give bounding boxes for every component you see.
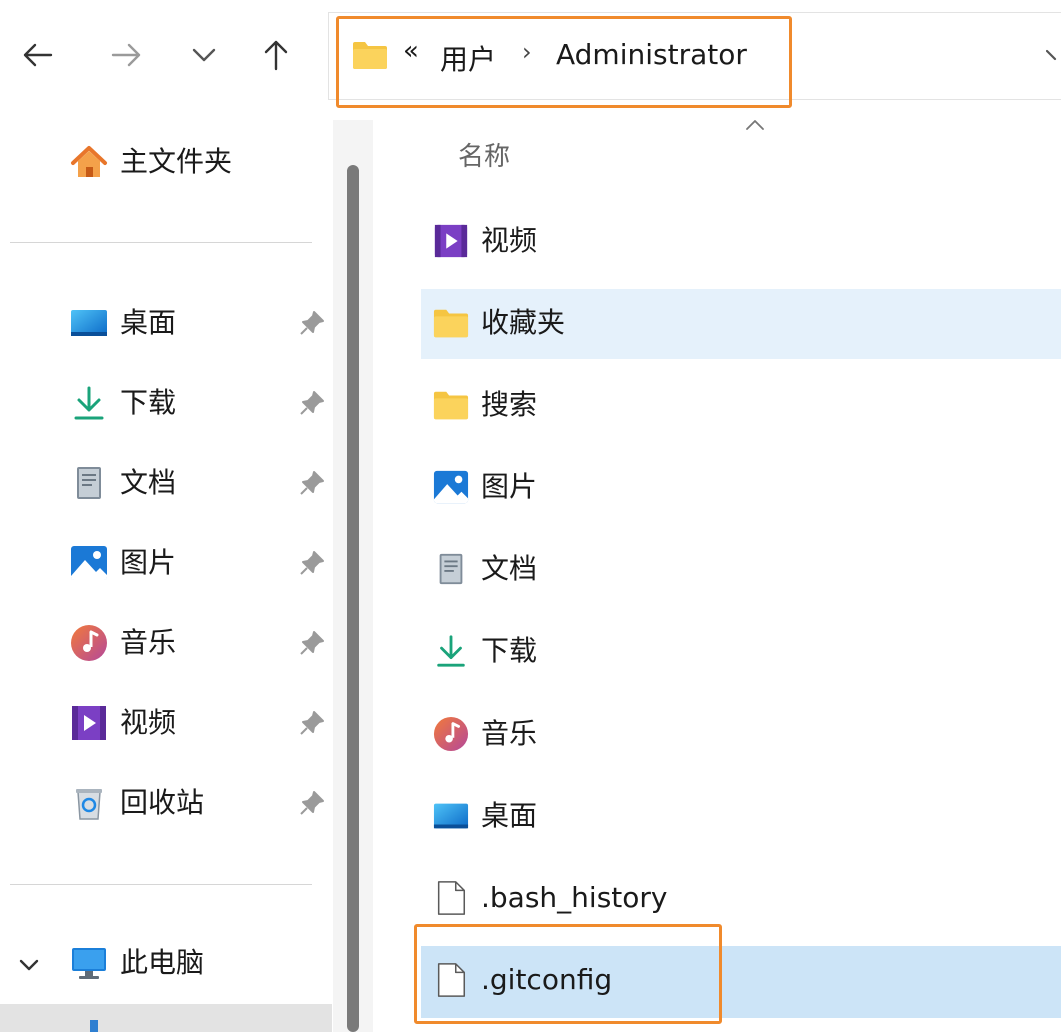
list-item-label: 文档 bbox=[481, 552, 538, 585]
desktop-icon bbox=[71, 310, 107, 336]
gitconfig-highlight-box bbox=[414, 924, 722, 1024]
download-icon bbox=[437, 635, 465, 667]
sidebar-item-recycle-bin[interactable]: 回收站 bbox=[0, 769, 330, 839]
sidebar-divider bbox=[10, 242, 312, 243]
pin-icon[interactable] bbox=[298, 309, 326, 337]
list-item[interactable]: 视频 bbox=[421, 207, 1061, 277]
pictures-icon bbox=[433, 470, 469, 504]
pictures-icon bbox=[71, 546, 107, 580]
sidebar-item-label: 图片 bbox=[120, 546, 177, 579]
sidebar-item-label: 视频 bbox=[120, 706, 177, 739]
list-item[interactable]: 桌面 bbox=[421, 782, 1061, 852]
arrow-left-icon bbox=[23, 43, 53, 67]
sidebar-item-label: 此电脑 bbox=[120, 946, 205, 979]
pin-icon[interactable] bbox=[298, 549, 326, 577]
up-button[interactable] bbox=[254, 32, 298, 78]
address-highlight-box bbox=[336, 16, 792, 108]
list-item-label: 视频 bbox=[481, 224, 538, 257]
arrow-up-icon bbox=[264, 40, 288, 71]
list-item-label: 图片 bbox=[481, 470, 538, 503]
forward-button[interactable] bbox=[104, 32, 148, 78]
sidebar-item-home[interactable]: 主文件夹 bbox=[0, 128, 330, 198]
list-item-label: 收藏夹 bbox=[481, 306, 566, 339]
pin-icon[interactable] bbox=[298, 469, 326, 497]
recent-locations-button[interactable] bbox=[182, 32, 226, 78]
column-header-name[interactable]: 名称 bbox=[458, 136, 510, 173]
desktop-icon bbox=[433, 803, 469, 829]
music-icon bbox=[71, 625, 107, 661]
sidebar-item-downloads[interactable]: 下载 bbox=[0, 369, 330, 439]
list-item[interactable]: 搜索 bbox=[421, 371, 1061, 441]
sidebar-item-label: 音乐 bbox=[120, 626, 177, 659]
list-item[interactable]: 下载 bbox=[421, 617, 1061, 687]
sidebar-scrollbar-thumb[interactable] bbox=[347, 165, 359, 1032]
video-icon bbox=[72, 706, 106, 740]
file-icon bbox=[437, 881, 466, 915]
drive-icon bbox=[90, 1020, 98, 1032]
computer-icon bbox=[72, 948, 106, 979]
chevron-down-icon bbox=[192, 48, 216, 62]
sidebar-item-music[interactable]: 音乐 bbox=[0, 609, 330, 679]
recycle-bin-icon bbox=[76, 789, 102, 820]
list-item-label: 桌面 bbox=[481, 799, 538, 832]
sidebar-item-label: 主文件夹 bbox=[120, 145, 233, 178]
list-item-label: 搜索 bbox=[481, 388, 538, 421]
list-item-label: 下载 bbox=[481, 634, 538, 667]
sidebar-item-documents[interactable]: 文档 bbox=[0, 449, 330, 519]
sidebar-item-videos[interactable]: 视频 bbox=[0, 689, 330, 759]
back-button[interactable] bbox=[16, 32, 60, 78]
pin-icon[interactable] bbox=[298, 389, 326, 417]
document-icon bbox=[77, 467, 101, 499]
sidebar-item-drive[interactable] bbox=[0, 1004, 332, 1032]
sidebar-item-desktop[interactable]: 桌面 bbox=[0, 289, 330, 359]
download-icon bbox=[74, 386, 104, 420]
video-icon bbox=[434, 224, 468, 258]
list-item-label: .bash_history bbox=[481, 881, 668, 914]
address-dropdown-icon[interactable] bbox=[1046, 48, 1061, 62]
arrow-right-icon bbox=[111, 43, 141, 67]
list-item-label: 音乐 bbox=[481, 717, 538, 750]
document-icon bbox=[439, 553, 463, 585]
home-icon bbox=[71, 146, 107, 177]
pin-icon[interactable] bbox=[298, 709, 326, 737]
list-item[interactable]: 文档 bbox=[421, 535, 1061, 605]
sidebar-item-pictures[interactable]: 图片 bbox=[0, 529, 330, 599]
folder-icon bbox=[433, 309, 469, 338]
folder-icon bbox=[433, 391, 469, 420]
pin-icon[interactable] bbox=[298, 789, 326, 817]
list-item[interactable]: 收藏夹 bbox=[421, 289, 1061, 359]
sidebar-item-label: 文档 bbox=[120, 466, 177, 499]
sidebar-item-label: 下载 bbox=[120, 386, 177, 419]
chevron-down-icon[interactable] bbox=[18, 957, 40, 973]
sidebar-item-label: 回收站 bbox=[120, 786, 205, 819]
sidebar-item-label: 桌面 bbox=[120, 306, 177, 339]
list-item[interactable]: 音乐 bbox=[421, 700, 1061, 770]
sidebar-divider bbox=[10, 884, 312, 885]
sidebar-item-this-pc[interactable]: 此电脑 bbox=[0, 929, 330, 999]
list-item[interactable]: 图片 bbox=[421, 453, 1061, 523]
music-icon bbox=[433, 716, 469, 752]
sort-ascending-icon bbox=[746, 120, 764, 130]
pin-icon[interactable] bbox=[298, 629, 326, 657]
